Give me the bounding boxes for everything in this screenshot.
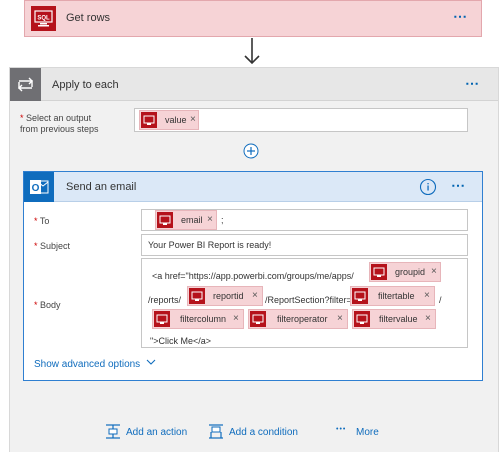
get-rows-title: Get rows xyxy=(66,12,111,24)
body-label: * Body xyxy=(34,300,61,310)
body-text: <a href="https://app.powerbi.com/groups/… xyxy=(152,271,354,281)
chevron-down-icon xyxy=(146,359,156,365)
body-text: /reports/ xyxy=(148,295,182,305)
add-action-label: Add an action xyxy=(126,427,188,438)
sql-database-icon: SQL xyxy=(31,6,56,31)
remove-token-button[interactable]: × xyxy=(252,290,258,301)
select-output-input[interactable]: value × xyxy=(134,108,468,132)
send-email-header[interactable]: O Send an email ⋯ xyxy=(24,172,482,202)
filtercolumn-token[interactable]: filtercolumn × xyxy=(152,309,244,329)
more-dots-icon: ••• xyxy=(336,426,347,433)
send-email-menu-button[interactable]: ⋯ xyxy=(451,177,466,194)
sql-token-icon xyxy=(250,311,266,327)
apply-to-each-menu-button[interactable]: ⋯ xyxy=(465,75,480,92)
body-text: ">Click Me</a> xyxy=(150,336,211,346)
add-action-icon xyxy=(106,424,120,439)
send-email-card: O Send an email ⋯ * To email × ; * Subje… xyxy=(23,171,483,381)
send-email-title: Send an email xyxy=(66,181,137,193)
sql-token-icon xyxy=(157,212,173,228)
remove-token-button[interactable]: × xyxy=(207,214,213,225)
get-rows-menu-button[interactable]: ⋯ xyxy=(453,8,468,25)
reportid-token[interactable]: reportid × xyxy=(187,286,263,306)
sql-token-icon xyxy=(154,311,170,327)
remove-token-button[interactable]: × xyxy=(337,313,343,324)
filtervalue-token[interactable]: filtervalue × xyxy=(352,309,436,329)
subject-field[interactable]: Your Power BI Report is ready! xyxy=(141,234,468,256)
value-token[interactable]: value × xyxy=(139,110,199,130)
subject-label: * Subject xyxy=(34,241,71,251)
sql-token-icon xyxy=(371,264,387,280)
show-advanced-options-link[interactable]: Show advanced options xyxy=(34,359,156,370)
filtertable-token[interactable]: filtertable × xyxy=(350,286,435,306)
remove-token-button[interactable]: × xyxy=(424,290,430,301)
plus-circle-icon[interactable] xyxy=(243,143,259,159)
add-condition-label: Add a condition xyxy=(229,427,298,438)
apply-to-each-header[interactable]: Apply to each ⋯ xyxy=(10,68,498,101)
remove-token-button[interactable]: × xyxy=(431,266,437,277)
loop-icon xyxy=(10,68,41,101)
apply-to-each-title: Apply to each xyxy=(52,79,119,91)
body-text: / xyxy=(439,295,442,305)
to-label: * To xyxy=(34,216,50,226)
info-icon[interactable] xyxy=(419,178,437,196)
to-field[interactable]: email × ; xyxy=(141,209,468,231)
add-condition-icon xyxy=(209,424,223,439)
svg-text:SQL: SQL xyxy=(37,16,50,22)
sql-token-icon xyxy=(141,112,157,128)
sql-token-icon xyxy=(352,288,368,304)
more-label: More xyxy=(356,427,379,438)
outlook-icon: O xyxy=(24,172,54,202)
svg-text:O: O xyxy=(32,183,40,194)
filteroperator-token[interactable]: filteroperator × xyxy=(248,309,348,329)
remove-token-button[interactable]: × xyxy=(233,313,239,324)
select-output-label: * Select an output from previous steps xyxy=(20,113,99,134)
down-arrow-icon xyxy=(244,38,260,65)
get-rows-card[interactable]: SQL Get rows ⋯ xyxy=(24,0,482,37)
email-token[interactable]: email × xyxy=(155,210,217,230)
groupid-token[interactable]: groupid × xyxy=(369,262,441,282)
remove-token-button[interactable]: × xyxy=(425,313,431,324)
sql-token-icon xyxy=(354,311,370,327)
body-field[interactable]: <a href="https://app.powerbi.com/groups/… xyxy=(141,258,468,348)
body-text: /ReportSection?filter= xyxy=(265,295,352,305)
sql-token-icon xyxy=(189,288,205,304)
remove-token-button[interactable]: × xyxy=(190,114,196,125)
